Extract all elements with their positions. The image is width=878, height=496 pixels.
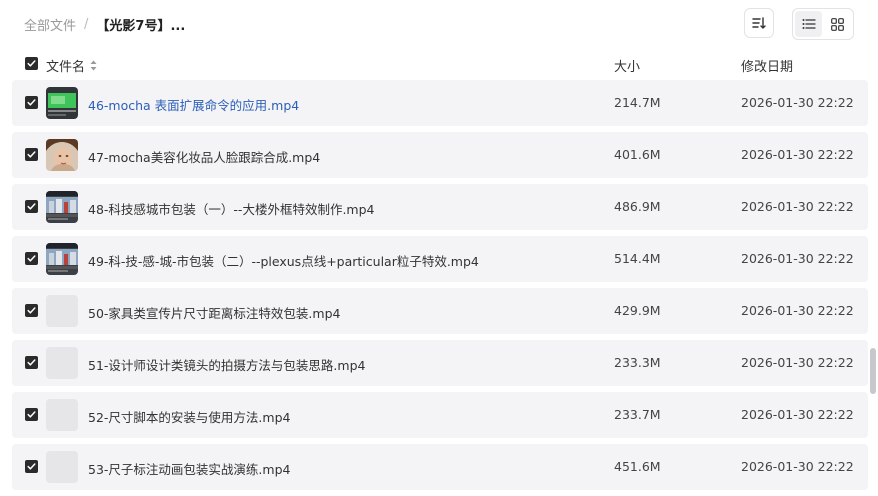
row-checkbox[interactable] [25,408,38,421]
file-size: 214.7M [614,95,661,110]
table-row[interactable]: 52-尺寸脚本的安装与使用方法.mp4 233.7M 2026-01-30 22… [12,392,868,438]
row-checkbox[interactable] [25,304,38,317]
column-header-name-label: 文件名 [46,60,86,75]
breadcrumb: 全部文件 / 【光影7号】... [24,14,185,34]
thumbnail-placeholder [46,347,78,379]
file-name[interactable]: 53-尺子标注动画包装实战演练.mp4 [88,459,290,478]
check-icon [27,411,36,418]
file-size: 233.7M [614,407,661,422]
list-view-icon [802,19,816,29]
grid-view-button[interactable] [824,11,851,37]
view-toggle [792,8,854,40]
row-checkbox[interactable] [25,356,38,369]
sort-icon [752,17,766,29]
thumbnail-placeholder [46,399,78,431]
city-thumbnail [46,243,78,275]
file-modified-date: 2026-01-30 22:22 [741,251,854,266]
check-icon [27,307,36,314]
file-modified-date: 2026-01-30 22:22 [741,199,854,214]
table-row[interactable]: 49-科-技-感-城-市包装（二）--plexus点线+particular粒子… [12,236,868,282]
green-screen-thumbnail [46,87,78,119]
file-list: 46-mocha 表面扩展命令的应用.mp4 214.7M 2026-01-30… [12,80,868,496]
column-header-size[interactable]: 大小 [614,56,640,75]
table-header: 文件名 大小 修改日期 [12,50,868,78]
file-name[interactable]: 52-尺寸脚本的安装与使用方法.mp4 [88,407,290,426]
row-checkbox[interactable] [25,200,38,213]
thumbnail-placeholder [46,295,78,327]
file-size: 451.6M [614,459,661,474]
file-modified-date: 2026-01-30 22:22 [741,303,854,318]
list-view-button[interactable] [795,11,822,37]
file-modified-date: 2026-01-30 22:22 [741,95,854,110]
check-icon [27,99,36,106]
table-row[interactable]: 47-mocha美容化妆品人脸跟踪合成.mp4 401.6M 2026-01-3… [12,132,868,178]
column-header-modified[interactable]: 修改日期 [741,56,793,75]
table-row[interactable]: 48-科技感城市包装（一）--大楼外框特效制作.mp4 486.9M 2026-… [12,184,868,230]
table-row[interactable]: 50-家具类宣传片尺寸距离标注特效包装.mp4 429.9M 2026-01-3… [12,288,868,334]
sort-toggle-icon[interactable] [90,60,97,71]
check-icon [27,203,36,210]
file-size: 429.9M [614,303,661,318]
row-checkbox[interactable] [25,96,38,109]
file-name[interactable]: 47-mocha美容化妆品人脸跟踪合成.mp4 [88,147,320,166]
file-name-link[interactable]: 46-mocha 表面扩展命令的应用.mp4 [88,95,299,114]
file-name[interactable]: 49-科-技-感-城-市包装（二）--plexus点线+particular粒子… [88,251,479,270]
file-size: 401.6M [614,147,661,162]
breadcrumb-root-link[interactable]: 全部文件 [24,15,76,34]
row-checkbox[interactable] [25,460,38,473]
table-row[interactable]: 46-mocha 表面扩展命令的应用.mp4 214.7M 2026-01-30… [12,80,868,126]
file-size: 486.9M [614,199,661,214]
check-icon [27,359,36,366]
city-thumbnail [46,191,78,223]
breadcrumb-current: 【光影7号】... [96,18,186,34]
table-row[interactable]: 53-尺子标注动画包装实战演练.mp4 451.6M 2026-01-30 22… [12,444,868,490]
row-checkbox[interactable] [25,148,38,161]
file-size: 514.4M [614,251,661,266]
check-icon [27,255,36,262]
file-name[interactable]: 48-科技感城市包装（一）--大楼外框特效制作.mp4 [88,199,374,218]
check-icon [27,151,36,158]
file-modified-date: 2026-01-30 22:22 [741,355,854,370]
file-name[interactable]: 50-家具类宣传片尺寸距离标注特效包装.mp4 [88,303,340,322]
sort-button[interactable] [744,8,774,38]
grid-view-icon [831,17,844,31]
row-checkbox[interactable] [25,252,38,265]
breadcrumb-separator: / [84,16,89,32]
column-header-name[interactable]: 文件名 [46,56,97,75]
file-modified-date: 2026-01-30 22:22 [741,147,854,162]
table-row[interactable]: 51-设计师设计类镜头的拍摄方法与包装思路.mp4 233.3M 2026-01… [12,340,868,386]
thumbnail-placeholder [46,451,78,483]
check-icon [27,60,36,67]
file-modified-date: 2026-01-30 22:22 [741,459,854,474]
file-name[interactable]: 51-设计师设计类镜头的拍摄方法与包装思路.mp4 [88,355,365,374]
select-all-checkbox[interactable] [25,57,38,70]
file-size: 233.3M [614,355,661,370]
face-thumbnail [46,139,78,171]
scrollbar-thumb[interactable] [870,348,876,394]
file-modified-date: 2026-01-30 22:22 [741,407,854,422]
check-icon [27,463,36,470]
